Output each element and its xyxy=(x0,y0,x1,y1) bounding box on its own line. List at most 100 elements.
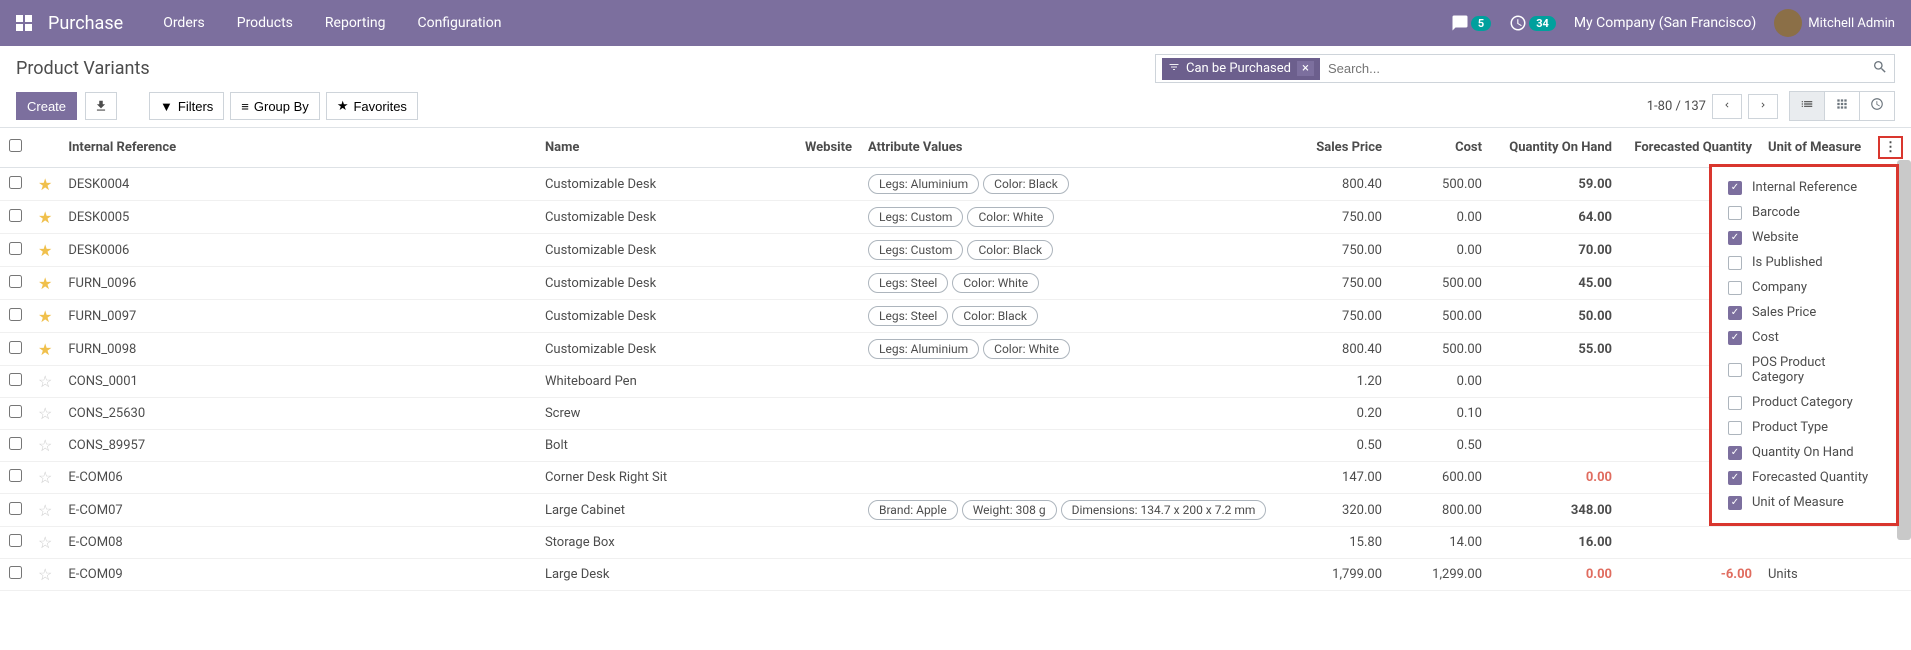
row-checkbox[interactable] xyxy=(9,405,22,418)
col-cost[interactable]: Cost xyxy=(1390,128,1490,168)
dropdown-item[interactable]: Is Published xyxy=(1712,250,1896,275)
nav-orders[interactable]: Orders xyxy=(163,15,205,31)
favorite-star[interactable]: ☆ xyxy=(38,436,52,455)
filters-button[interactable]: ▼ Filters xyxy=(149,92,224,120)
dropdown-item[interactable]: Website xyxy=(1712,225,1896,250)
attribute-tag[interactable]: Legs: Steel xyxy=(868,273,948,293)
col-uom[interactable]: Unit of Measure xyxy=(1760,128,1870,168)
dropdown-item[interactable]: Product Category xyxy=(1712,390,1896,415)
dropdown-checkbox[interactable] xyxy=(1728,231,1742,245)
dropdown-checkbox[interactable] xyxy=(1728,281,1742,295)
company-name[interactable]: My Company (San Francisco) xyxy=(1574,15,1756,31)
table-row[interactable]: ☆CONS_89957Bolt0.500.50 xyxy=(0,430,1911,462)
table-row[interactable]: ☆E-COM09Large Desk1,799.001,299.000.00-6… xyxy=(0,559,1911,591)
row-checkbox[interactable] xyxy=(9,373,22,386)
row-checkbox[interactable] xyxy=(9,176,22,189)
search-icon[interactable] xyxy=(1872,59,1888,79)
col-attrs[interactable]: Attribute Values xyxy=(860,128,1290,168)
dropdown-checkbox[interactable] xyxy=(1728,331,1742,345)
dropdown-item[interactable]: Forecasted Quantity xyxy=(1712,465,1896,490)
row-checkbox[interactable] xyxy=(9,308,22,321)
app-brand[interactable]: Purchase xyxy=(48,13,123,34)
activity-icon[interactable]: 34 xyxy=(1509,14,1556,32)
col-price[interactable]: Sales Price xyxy=(1290,128,1390,168)
attribute-tag[interactable]: Legs: Aluminium xyxy=(868,174,979,194)
attribute-tag[interactable]: Brand: Apple xyxy=(868,500,958,520)
export-button[interactable] xyxy=(85,92,117,120)
table-row[interactable]: ★FURN_0097Customizable DeskLegs: SteelCo… xyxy=(0,300,1911,333)
row-checkbox[interactable] xyxy=(9,502,22,515)
row-checkbox[interactable] xyxy=(9,341,22,354)
table-row[interactable]: ★FURN_0098Customizable DeskLegs: Alumini… xyxy=(0,333,1911,366)
dropdown-item[interactable]: Cost xyxy=(1712,325,1896,350)
attribute-tag[interactable]: Color: Black xyxy=(967,240,1053,260)
dropdown-checkbox[interactable] xyxy=(1728,206,1742,220)
attribute-tag[interactable]: Dimensions: 134.7 x 200 x 7.2 mm xyxy=(1061,500,1267,520)
table-row[interactable]: ★DESK0006Customizable DeskLegs: CustomCo… xyxy=(0,234,1911,267)
favorite-star[interactable]: ☆ xyxy=(38,404,52,423)
row-checkbox[interactable] xyxy=(9,242,22,255)
attribute-tag[interactable]: Color: White xyxy=(967,207,1054,227)
dropdown-item[interactable]: Company xyxy=(1712,275,1896,300)
favorite-star[interactable]: ★ xyxy=(38,175,52,194)
attribute-tag[interactable]: Legs: Custom xyxy=(868,240,963,260)
row-checkbox[interactable] xyxy=(9,566,22,579)
dropdown-checkbox[interactable] xyxy=(1728,496,1742,510)
apps-icon[interactable] xyxy=(16,15,32,31)
table-row[interactable]: ☆E-COM06Corner Desk Right Sit147.00600.0… xyxy=(0,462,1911,494)
dropdown-item[interactable]: Sales Price xyxy=(1712,300,1896,325)
messaging-icon[interactable]: 5 xyxy=(1451,14,1491,32)
dropdown-checkbox[interactable] xyxy=(1728,421,1742,435)
col-ref[interactable]: Internal Reference xyxy=(60,128,537,168)
favorite-star[interactable]: ☆ xyxy=(38,372,52,391)
col-name[interactable]: Name xyxy=(537,128,797,168)
attribute-tag[interactable]: Legs: Steel xyxy=(868,306,948,326)
row-checkbox[interactable] xyxy=(9,534,22,547)
dropdown-checkbox[interactable] xyxy=(1728,396,1742,410)
row-checkbox[interactable] xyxy=(9,437,22,450)
dropdown-item[interactable]: Product Type xyxy=(1712,415,1896,440)
attribute-tag[interactable]: Color: White xyxy=(952,273,1039,293)
attribute-tag[interactable]: Legs: Aluminium xyxy=(868,339,979,359)
favorite-star[interactable]: ☆ xyxy=(38,533,52,552)
dropdown-item[interactable]: POS Product Category xyxy=(1712,350,1896,390)
search-input[interactable] xyxy=(1320,57,1872,80)
dropdown-item[interactable]: Unit of Measure xyxy=(1712,490,1896,515)
favorite-star[interactable]: ★ xyxy=(38,340,52,359)
favorites-button[interactable]: ★ Favorites xyxy=(326,92,418,120)
groupby-button[interactable]: ≡ Group By xyxy=(230,92,320,120)
dropdown-checkbox[interactable] xyxy=(1728,256,1742,270)
kanban-view-icon[interactable] xyxy=(1824,91,1860,121)
row-checkbox[interactable] xyxy=(9,275,22,288)
favorite-star[interactable]: ★ xyxy=(38,241,52,260)
filter-chip-remove[interactable]: × xyxy=(1297,61,1314,76)
attribute-tag[interactable]: Color: White xyxy=(983,339,1070,359)
col-forecast[interactable]: Forecasted Quantity xyxy=(1620,128,1760,168)
dropdown-checkbox[interactable] xyxy=(1728,306,1742,320)
favorite-star[interactable]: ☆ xyxy=(38,468,52,487)
dropdown-checkbox[interactable] xyxy=(1728,363,1742,377)
select-all-checkbox[interactable] xyxy=(9,139,22,152)
col-qty[interactable]: Quantity On Hand xyxy=(1490,128,1620,168)
activity-view-icon[interactable] xyxy=(1859,91,1895,121)
scrollbar[interactable] xyxy=(1897,160,1911,540)
table-row[interactable]: ★DESK0004Customizable DeskLegs: Aluminiu… xyxy=(0,168,1911,201)
favorite-star[interactable]: ☆ xyxy=(38,501,52,520)
dropdown-item[interactable]: Barcode xyxy=(1712,200,1896,225)
nav-products[interactable]: Products xyxy=(237,15,293,31)
col-website[interactable]: Website xyxy=(797,128,860,168)
nav-configuration[interactable]: Configuration xyxy=(417,15,501,31)
dropdown-item[interactable]: Quantity On Hand xyxy=(1712,440,1896,465)
attribute-tag[interactable]: Color: Black xyxy=(952,306,1038,326)
favorite-star[interactable]: ★ xyxy=(38,208,52,227)
search-box[interactable]: Can be Purchased × xyxy=(1155,54,1895,83)
user-menu[interactable]: Mitchell Admin xyxy=(1774,9,1895,37)
dropdown-checkbox[interactable] xyxy=(1728,446,1742,460)
attribute-tag[interactable]: Color: Black xyxy=(983,174,1069,194)
row-checkbox[interactable] xyxy=(9,469,22,482)
favorite-star[interactable]: ★ xyxy=(38,274,52,293)
dropdown-item[interactable]: Internal Reference xyxy=(1712,175,1896,200)
pager-prev[interactable] xyxy=(1712,94,1742,119)
dropdown-checkbox[interactable] xyxy=(1728,471,1742,485)
table-row[interactable]: ★FURN_0096Customizable DeskLegs: SteelCo… xyxy=(0,267,1911,300)
